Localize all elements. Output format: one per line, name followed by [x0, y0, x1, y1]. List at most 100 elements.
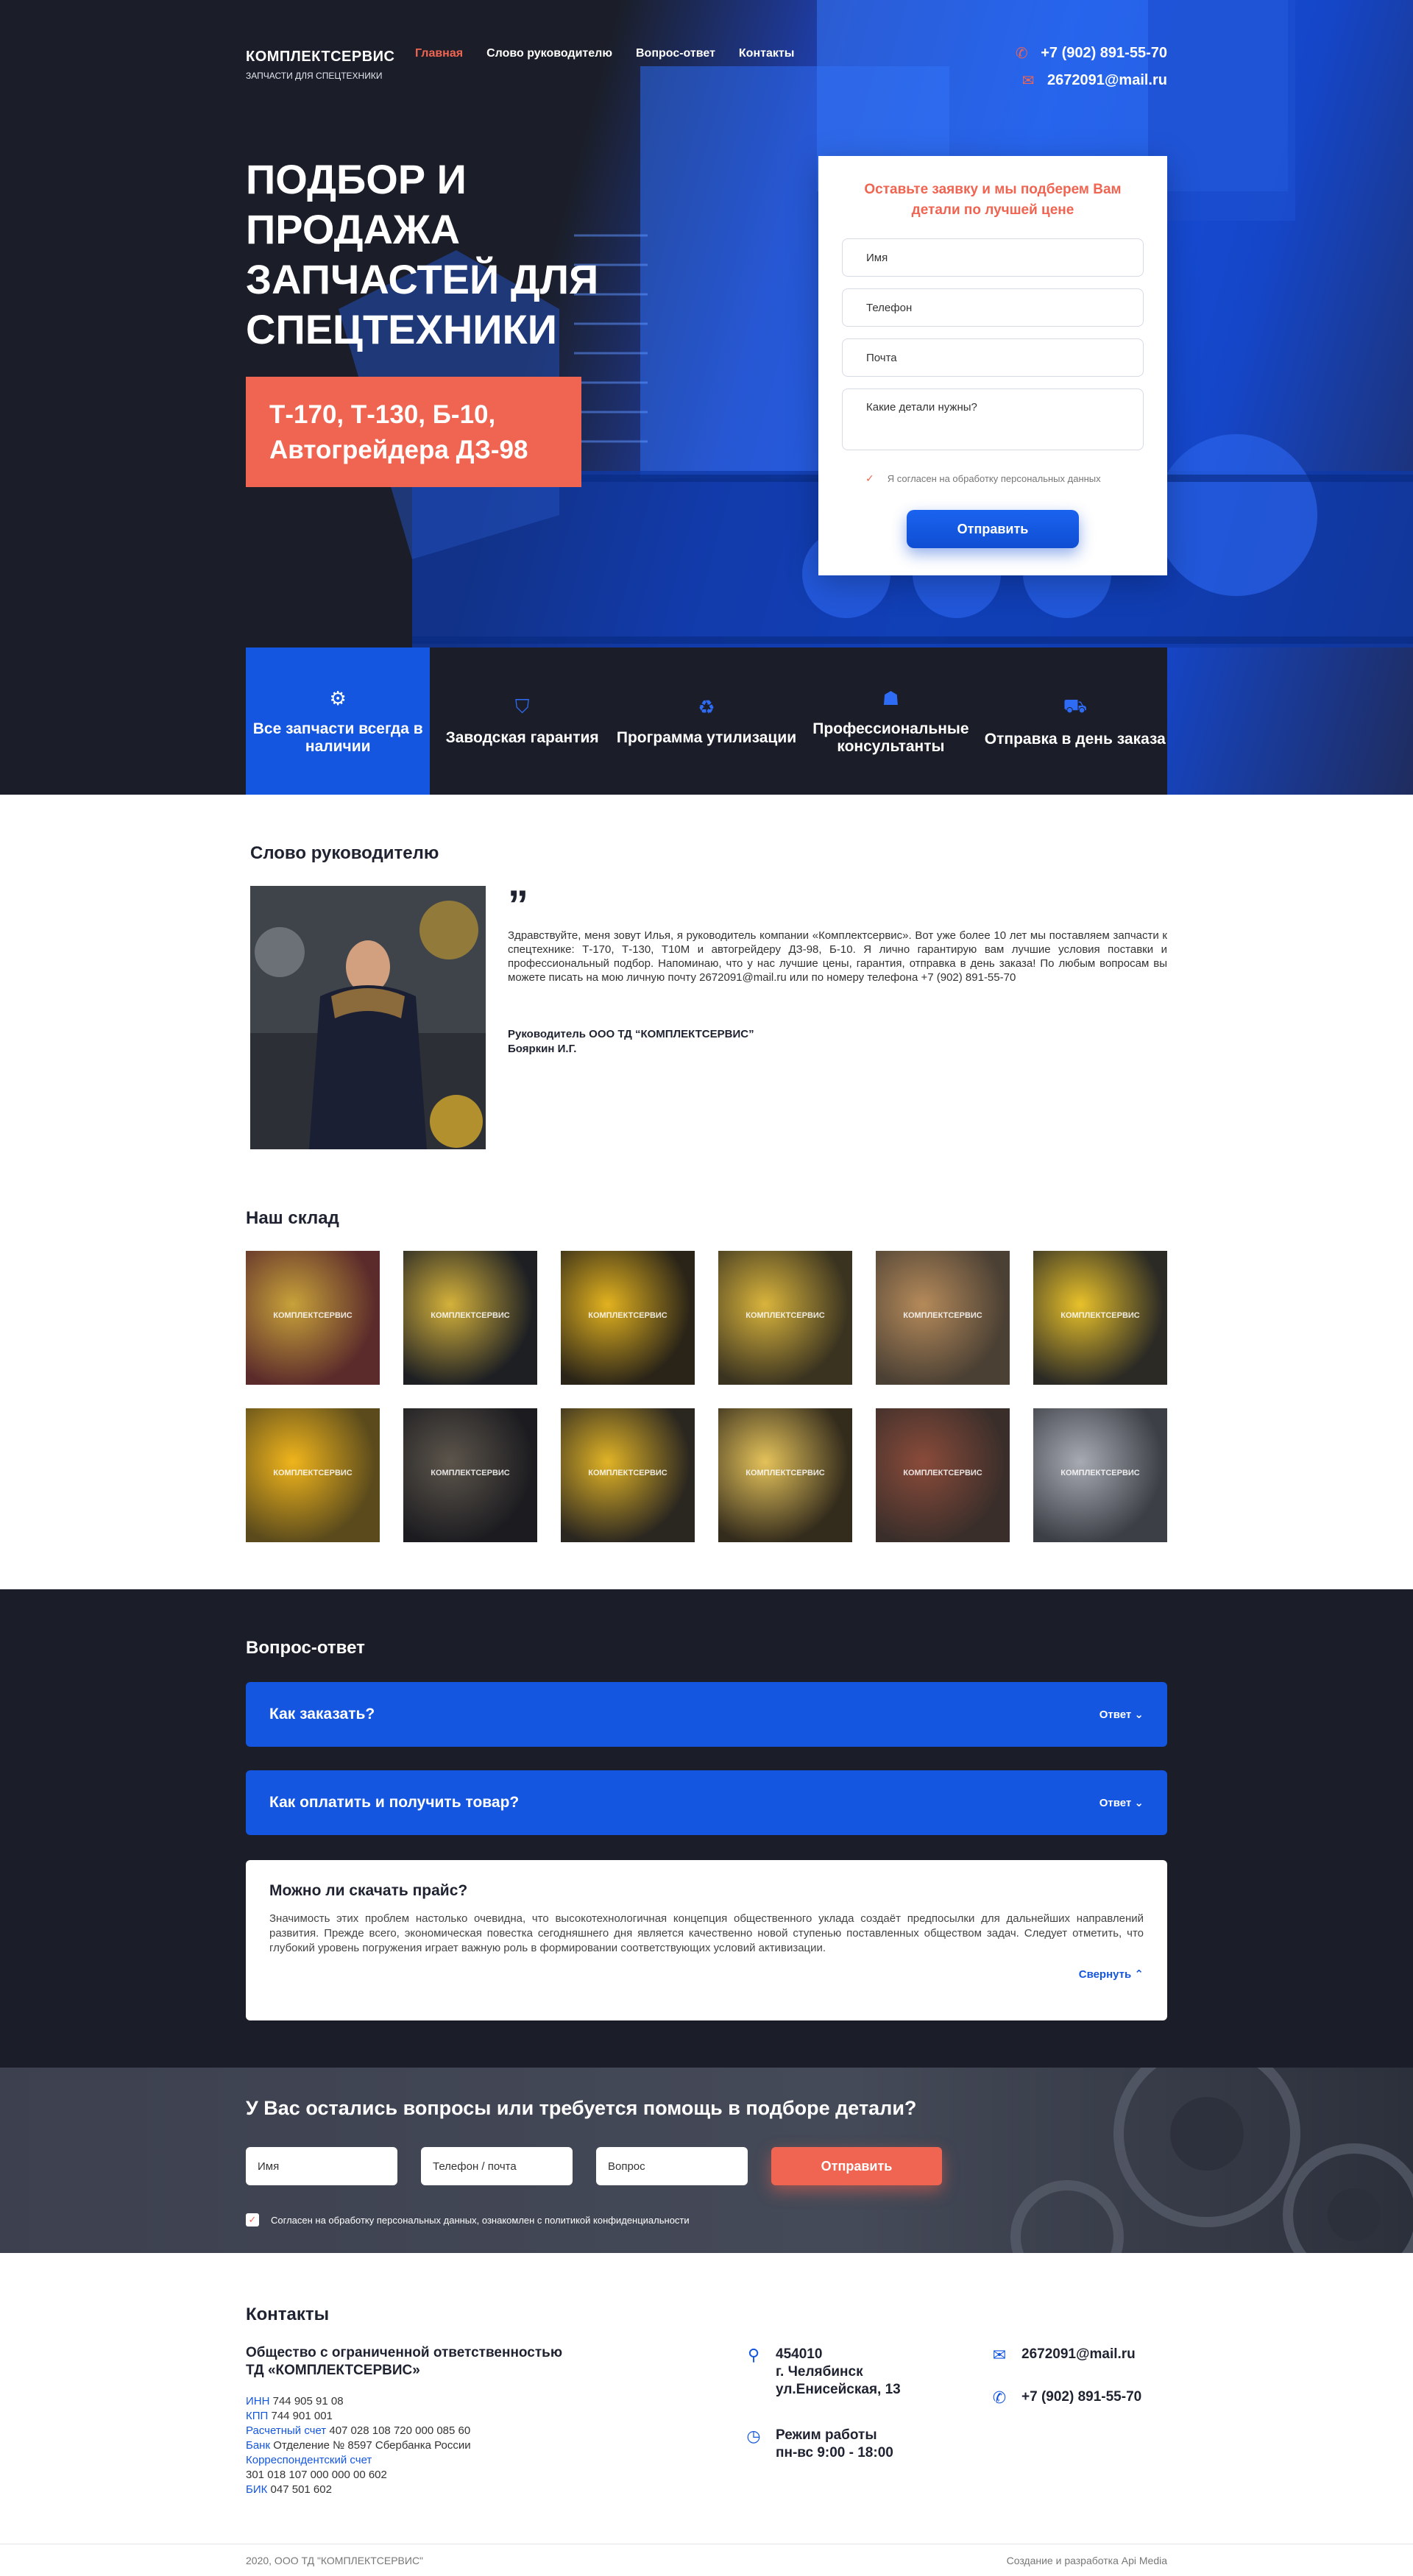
header-contacts: ✆ +7 (902) 891-55-70 ✉ 2672091@mail.ru [1013, 44, 1167, 99]
phone-icon: ✆ [1015, 46, 1028, 62]
phone-icon: ✆ [992, 2388, 1007, 2407]
truck-icon: ⛟ [1063, 694, 1088, 717]
faq-answer: Значимость этих проблем настолько очевид… [269, 1912, 1144, 1954]
help-submit-button[interactable]: Отправить [771, 2147, 942, 2185]
requisite-key: БИК [246, 2483, 268, 2496]
photo-watermark: КОМПЛЕКТСЕРВИС [588, 1311, 667, 1320]
feature-label: Отправка в день заказа [984, 730, 1166, 748]
features-bar: ⚙ Все запчасти всегда в наличии ⛉ Заводс… [246, 647, 1167, 795]
developer-credits[interactable]: Создание и разработка Api Media [1007, 2555, 1167, 2566]
requisite-row: КПП 744 901 001 [246, 2409, 471, 2424]
phone-input[interactable]: Телефон [842, 288, 1144, 327]
logo-subtitle: ЗАПЧАСТИ ДЛЯ СПЕЦТЕХНИКИ [246, 71, 383, 81]
warehouse-title: Наш склад [246, 1208, 339, 1228]
warehouse-photo[interactable]: КОМПЛЕКТСЕРВИС [718, 1408, 852, 1542]
warehouse-photo[interactable]: КОМПЛЕКТСЕРВИС [561, 1251, 695, 1385]
name-input[interactable]: Имя [842, 238, 1144, 277]
chevron-down-icon: ⌄ [1134, 1709, 1144, 1721]
email-input[interactable]: Почта [842, 338, 1144, 377]
photo-watermark: КОМПЛЕКТСЕРВИС [431, 1469, 510, 1477]
photo-watermark: КОМПЛЕКТСЕРВИС [1060, 1311, 1140, 1320]
faq-item[interactable]: Как оплатить и получить товар? Ответ ⌄ [246, 1770, 1167, 1835]
help-consent-checkbox[interactable]: ✓ Согласен на обработку персональных дан… [246, 2213, 690, 2226]
warehouse-photo[interactable]: КОМПЛЕКТСЕРВИС [561, 1408, 695, 1542]
warehouse-photo[interactable]: КОМПЛЕКТСЕРВИС [403, 1408, 537, 1542]
warehouse-photo[interactable]: КОМПЛЕКТСЕРВИС [403, 1251, 537, 1385]
director-section: Слово руководителю ” Здравствуйте, меня … [0, 795, 1413, 1177]
contacts-section: Контакты Общество с ограниченной ответст… [0, 2253, 1413, 2544]
photo-watermark: КОМПЛЕКТСЕРВИС [746, 1311, 825, 1320]
header-phone-text: +7 (902) 891-55-70 [1041, 45, 1167, 61]
photo-watermark: КОМПЛЕКТСЕРВИС [273, 1311, 353, 1320]
quote-mark: ” [508, 881, 528, 928]
feature-label: Все запчасти всегда в наличии [252, 720, 423, 755]
warehouse-photo[interactable]: КОМПЛЕКТСЕРВИС [1033, 1408, 1167, 1542]
requisite-key: КПП [246, 2410, 269, 2422]
faq-answer-toggle[interactable]: Ответ ⌄ [1099, 1796, 1144, 1809]
faq-collapse-button[interactable]: Свернуть ⌃ [269, 1968, 1144, 1981]
photo-watermark: КОМПЛЕКТСЕРВИС [431, 1311, 510, 1320]
help-title: У Вас остались вопросы или требуется пом… [246, 2097, 917, 2119]
feature-label: Заводская гарантия [445, 729, 599, 746]
chevron-up-icon: ⌃ [1134, 1968, 1144, 1981]
photo-watermark: КОМПЛЕКТСЕРВИС [588, 1469, 667, 1477]
help-section: У Вас остались вопросы или требуется пом… [0, 2068, 1413, 2253]
photo-watermark: КОМПЛЕКТСЕРВИС [903, 1469, 982, 1477]
copyright: 2020, ООО ТД "КОМПЛЕКТСЕРВИС" [246, 2554, 424, 2566]
address-street: ул.Енисейская, 13 [776, 2382, 901, 2397]
warehouse-photo[interactable]: КОМПЛЕКТСЕРВИС [876, 1251, 1010, 1385]
help-question-input[interactable]: Вопрос [596, 2147, 748, 2185]
warehouse-photo[interactable]: КОМПЛЕКТСЕРВИС [246, 1251, 380, 1385]
help-name-input[interactable]: Имя [246, 2147, 397, 2185]
header-email[interactable]: ✉ 2672091@mail.ru [1013, 71, 1167, 90]
checkmark-icon: ✓ [246, 2213, 259, 2226]
warehouse-photo[interactable]: КОМПЛЕКТСЕРВИС [1033, 1251, 1167, 1385]
hero-section: КОМПЛЕКТСЕРВИС ЗАПЧАСТИ ДЛЯ СПЕЦТЕХНИКИ … [0, 0, 1413, 795]
top-navigation: КОМПЛЕКТСЕРВИС ЗАПЧАСТИ ДЛЯ СПЕЦТЕХНИКИ … [246, 43, 1167, 94]
header-phone[interactable]: ✆ +7 (902) 891-55-70 [1013, 44, 1167, 63]
help-consent-label: Согласен на обработку персональных данны… [271, 2214, 690, 2226]
menu-item-contacts[interactable]: Контакты [739, 47, 794, 60]
director-title: Слово руководителю [250, 843, 439, 863]
contact-phone[interactable]: ✆ +7 (902) 891-55-70 [991, 2388, 1141, 2408]
warehouse-photo[interactable]: КОМПЛЕКТСЕРВИС [246, 1408, 380, 1542]
warehouse-photo[interactable]: КОМПЛЕКТСЕРВИС [876, 1408, 1010, 1542]
consent-checkbox[interactable]: ✓ Я согласен на обработку персональных д… [865, 472, 1144, 485]
photo-watermark: КОМПЛЕКТСЕРВИС [273, 1469, 353, 1477]
feature-in-stock: ⚙ Все запчасти всегда в наличии [246, 647, 431, 795]
submit-button[interactable]: Отправить [907, 510, 1079, 548]
requisite-row: ИНН 744 905 91 08 [246, 2394, 471, 2409]
hero-models-badge: Т-170, Т-130, Б-10, Автогрейдера ДЗ-98 [246, 377, 581, 487]
clock-icon: ◷ [746, 2427, 761, 2445]
consultant-icon: ☗ [882, 686, 900, 709]
director-signature: Руководитель ООО ТД “КОМПЛЕКТСЕРВИС” Боя… [508, 1027, 754, 1057]
logo-title: КОМПЛЕКТСЕРВИС [246, 49, 395, 65]
contact-email[interactable]: ✉ 2672091@mail.ru [991, 2346, 1136, 2365]
faq-item[interactable]: Как заказать? Ответ ⌄ [246, 1682, 1167, 1747]
faq-question: Можно ли скачать прайс? [269, 1882, 468, 1899]
recycle-icon: ♻ [698, 695, 715, 718]
feature-shipping: ⛟ Отправка в день заказа [983, 647, 1167, 795]
faq-item-open: Можно ли скачать прайс? Значимость этих … [246, 1860, 1167, 2020]
menu-item-director[interactable]: Слово руководителю [486, 47, 612, 60]
menu-item-home[interactable]: Главная [415, 47, 463, 60]
requisite-row: БИК 047 501 602 [246, 2483, 471, 2497]
address-zip: 454010 [776, 2346, 823, 2362]
organization-name: Общество с ограниченной ответственностью… [246, 2344, 562, 2380]
help-contact-input[interactable]: Телефон / почта [421, 2147, 573, 2185]
warehouse-photo[interactable]: КОМПЛЕКТСЕРВИС [718, 1251, 852, 1385]
director-name: Бояркин И.Г. [508, 1043, 577, 1055]
menu-item-faq[interactable]: Вопрос-ответ [636, 47, 715, 60]
answer-label: Ответ [1099, 1797, 1132, 1809]
requisite-row: Расчетный счет 407 028 108 720 000 085 6… [246, 2424, 471, 2438]
warehouse-section: Наш склад КОМПЛЕКТСЕРВИС КОМПЛЕКТСЕРВИС КО… [0, 1177, 1413, 1589]
faq-section: Вопрос-ответ Как заказать? Ответ ⌄ Как о… [0, 1589, 1413, 2068]
contact-phone-text: +7 (902) 891-55-70 [1021, 2389, 1142, 2405]
details-textarea[interactable]: Какие детали нужны? [842, 388, 1144, 450]
footer: 2020, ООО ТД "КОМПЛЕКТСЕРВИС" Создание и… [0, 2544, 1413, 2575]
mail-icon: ✉ [992, 2346, 1007, 2364]
requisite-value: 744 901 001 [268, 2410, 333, 2422]
feature-label: Профессиональные консультанты [812, 720, 969, 755]
faq-answer-toggle[interactable]: Ответ ⌄ [1099, 1708, 1144, 1721]
requisite-value: 407 028 108 720 000 085 60 [326, 2424, 471, 2437]
